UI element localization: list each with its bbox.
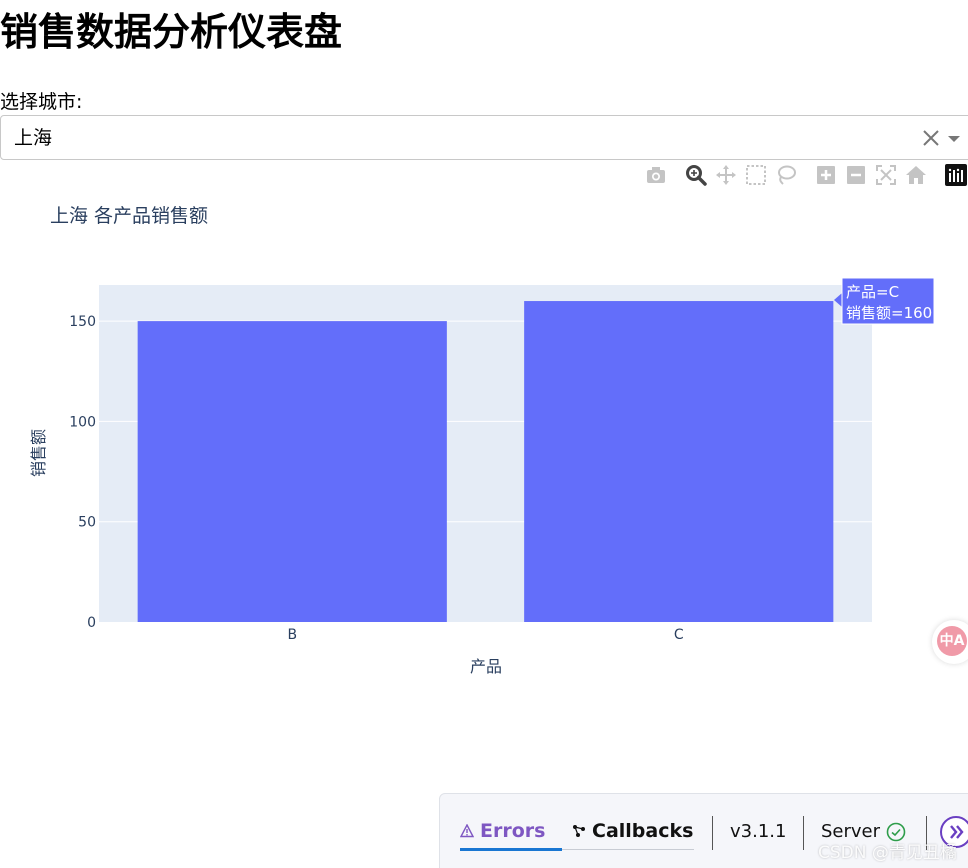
y-tick-label: 150 [69, 314, 96, 330]
warning-icon [460, 824, 474, 838]
zoom-in-icon[interactable] [815, 164, 837, 186]
autoscale-icon[interactable] [875, 164, 897, 186]
city-dropdown[interactable]: 上海 [0, 115, 968, 160]
x-tick-label: B [287, 627, 297, 643]
divider [803, 816, 804, 850]
callbacks-graph-icon [573, 825, 585, 837]
tab-errors[interactable]: Errors [460, 820, 545, 842]
zoom-out-icon[interactable] [845, 164, 867, 186]
y-tick-label: 50 [78, 515, 96, 531]
x-tick-label: C [674, 627, 684, 643]
tab-callbacks[interactable]: Callbacks [572, 820, 693, 842]
dropdown-label: 选择城市: [0, 91, 83, 113]
divider [712, 816, 713, 850]
reset-axes-icon[interactable] [905, 164, 927, 186]
y-tick-label: 0 [87, 615, 96, 631]
hover-label-line1: 产品=C [846, 283, 899, 301]
chevron-down-icon[interactable] [947, 134, 961, 144]
chart-modebar [0, 164, 968, 188]
chart-title: 上海 各产品销售额 [50, 205, 208, 227]
bar-C[interactable] [524, 301, 834, 622]
tab-errors-underline [460, 848, 562, 851]
clear-icon[interactable] [919, 126, 943, 150]
hover-label-line2: 销售额=160 [846, 304, 932, 322]
plotly-logo-icon[interactable] [945, 164, 967, 186]
y-tick-label: 100 [69, 414, 96, 430]
translate-icon: 中A [937, 626, 967, 656]
tab-callbacks-label: Callbacks [592, 820, 694, 842]
translate-button[interactable]: 中A [932, 620, 968, 664]
tab-divider [562, 849, 694, 850]
y-axis-title: 销售额 [29, 429, 48, 477]
dropdown-selected-value: 上海 [14, 127, 53, 149]
tab-errors-label: Errors [480, 820, 546, 842]
page-title: 销售数据分析仪表盘 [0, 10, 343, 54]
pan-icon[interactable] [715, 164, 737, 186]
camera-icon[interactable] [645, 164, 667, 186]
lasso-icon[interactable] [775, 164, 797, 186]
watermark: CSDN @青见丑橘 [818, 843, 957, 863]
x-axis-title: 产品 [470, 657, 502, 676]
zoom-icon[interactable] [685, 164, 707, 186]
box-select-icon[interactable] [745, 164, 767, 186]
bar-B[interactable] [137, 321, 447, 622]
hover-label: 产品=C 销售额=160 [834, 277, 935, 325]
version-label: v3.1.1 [730, 821, 787, 842]
bar-chart: 上海 各产品销售额 0 50 100 150 B C 产品 销售额 产品=C 销售额=1… [29, 205, 935, 676]
